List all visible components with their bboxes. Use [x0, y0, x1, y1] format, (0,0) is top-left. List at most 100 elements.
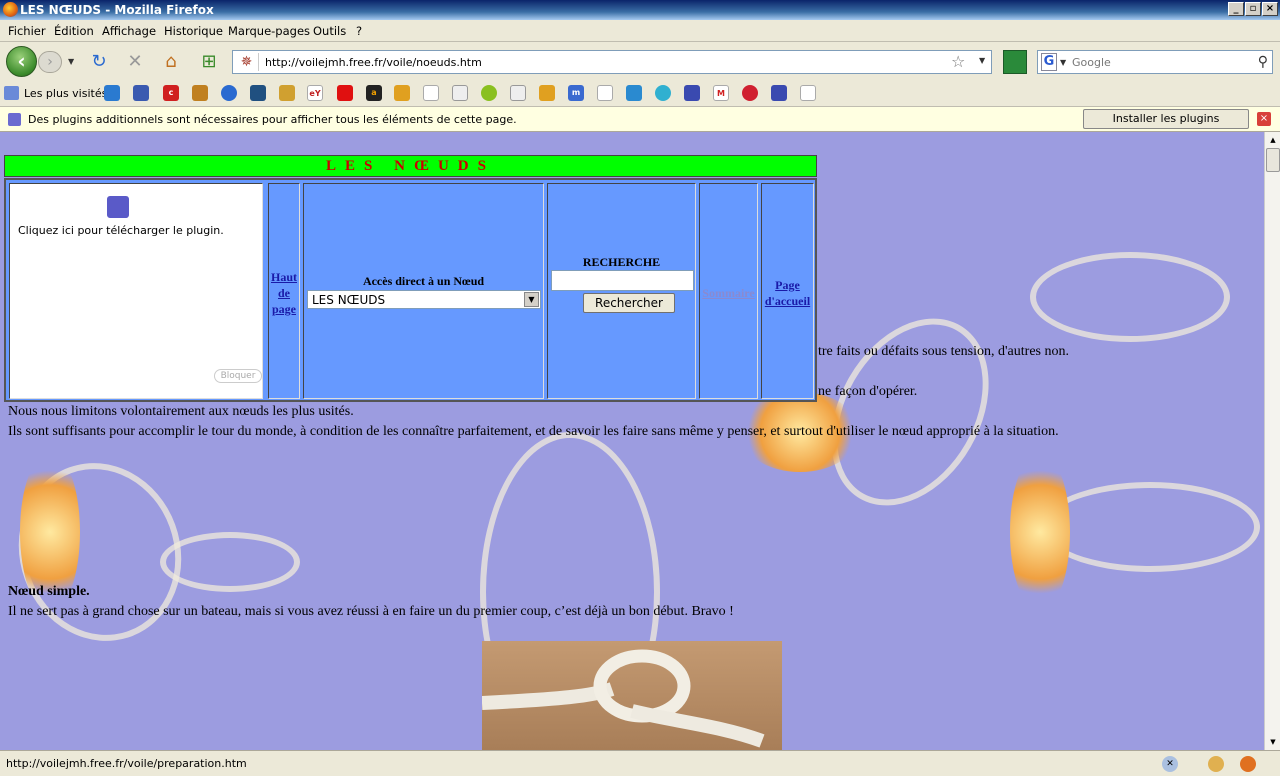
bookmark-icon[interactable] [510, 85, 526, 101]
home-icon[interactable]: ⌂ [160, 51, 182, 73]
menu-historique[interactable]: Historique [164, 24, 223, 38]
firefox-icon [3, 2, 18, 17]
maximize-button[interactable]: ▫ [1245, 2, 1261, 16]
link-line: Haut [270, 270, 297, 284]
paragraph-fragment: tre faits ou défaits sous tension, d'aut… [818, 344, 1069, 359]
new-tab-icon[interactable]: ⊞ [198, 51, 220, 73]
scroll-up-icon[interactable]: ▲ [1266, 133, 1280, 147]
bookmark-icon[interactable] [279, 85, 295, 101]
block-plugin-button[interactable]: Bloquer [214, 369, 262, 383]
rope-knot-image [481, 649, 765, 748]
address-bar[interactable]: ✵ http://voilejmh.free.fr/voile/noeuds.h… [232, 50, 992, 74]
plugin-icon [8, 113, 21, 126]
ebay-icon[interactable]: eY [307, 85, 323, 101]
bookmark-star-icon[interactable]: ☆ [951, 52, 965, 71]
home-page-link[interactable]: Page d'accueil [762, 277, 813, 309]
status-bar: http://voilejmh.free.fr/voile/preparatio… [0, 750, 1280, 776]
rope-decoration [1040, 482, 1260, 572]
bookmark-icon[interactable] [626, 85, 642, 101]
link-line: de [278, 286, 290, 300]
bookmark-icon[interactable] [337, 85, 353, 101]
link-line: page [272, 302, 296, 316]
minimize-button[interactable]: _ [1228, 2, 1244, 16]
search-placeholder[interactable]: Google [1072, 56, 1111, 69]
search-engine-icon[interactable]: G [1041, 53, 1057, 71]
menu-fichier[interactable]: Fichier [8, 24, 46, 38]
bookmark-icon[interactable] [481, 85, 497, 101]
link-line: Page [775, 278, 800, 292]
select-value: LES NŒUDS [312, 293, 386, 307]
page-content: LES NŒUDS Cliquez ici pour télécharger l… [0, 132, 1264, 750]
window-title: LES NŒUDS - Mozilla Firefox [20, 3, 214, 17]
stop-icon[interactable]: ✕ [124, 51, 146, 73]
engine-dropdown-icon[interactable]: ▼ [1060, 58, 1066, 67]
summary-cell: Sommaire [699, 183, 758, 399]
knot-select[interactable]: LES NŒUDS ▼ [307, 290, 541, 309]
menu-outils[interactable]: Outils [313, 24, 346, 38]
scroll-down-icon[interactable]: ▼ [1266, 735, 1280, 749]
paragraph-line: Nous nous limitons volontairement aux nœ… [8, 404, 354, 419]
navigation-toolbar: ‹ › ▼ ↻ ✕ ⌂ ⊞ ✵ http://voilejmh.free.fr/… [0, 42, 1280, 80]
menu-help[interactable]: ? [356, 24, 362, 38]
addon-icon[interactable] [1003, 50, 1027, 74]
page-search-input[interactable] [551, 270, 694, 291]
direct-access-cell: Accès direct à un Nœud LES NŒUDS ▼ [303, 183, 544, 399]
bookmark-icon[interactable]: m [568, 85, 584, 101]
bookmark-icon[interactable] [221, 85, 237, 101]
bookmark-icon[interactable] [771, 85, 787, 101]
menu-affichage[interactable]: Affichage [102, 24, 156, 38]
addon-status-icon[interactable]: ✕ [1162, 756, 1178, 772]
bookmark-icon[interactable]: c [163, 85, 179, 101]
scroll-thumb[interactable] [1266, 148, 1280, 172]
plugin-placeholder[interactable]: Cliquez ici pour télécharger le plugin. … [9, 183, 263, 399]
home-page-cell: Page d'accueil [761, 183, 814, 399]
url-dropdown-icon[interactable]: ▼ [979, 56, 985, 65]
top-of-page-link[interactable]: Haut de page [269, 269, 299, 317]
darty-icon[interactable] [423, 85, 439, 101]
bookmarks-toolbar: Les plus visités c eY a m M [0, 80, 1280, 107]
forward-button[interactable]: › [38, 51, 62, 73]
search-button[interactable]: Rechercher [583, 293, 675, 313]
menu-edition[interactable]: Édition [54, 24, 94, 38]
bookmark-icon[interactable] [742, 85, 758, 101]
bookmark-icon[interactable] [192, 85, 208, 101]
plugin-icon [107, 196, 129, 218]
bookmark-icon[interactable] [800, 85, 816, 101]
history-dropdown-icon[interactable]: ▼ [68, 57, 74, 66]
page-header: LES NŒUDS [4, 155, 817, 177]
bookmark-icon[interactable] [684, 85, 700, 101]
bookmark-icon[interactable] [133, 85, 149, 101]
search-icon[interactable]: ⚲ [1258, 54, 1268, 70]
close-notification-icon[interactable]: × [1257, 112, 1271, 126]
bookmark-icon[interactable] [250, 85, 266, 101]
chevron-down-icon[interactable]: ▼ [524, 292, 539, 307]
bookmark-most-visited[interactable]: Les plus visités [4, 86, 107, 100]
back-button[interactable]: ‹ [6, 46, 37, 77]
bookmark-icon[interactable] [597, 85, 613, 101]
site-favicon: ✵ [235, 53, 259, 71]
bookmark-icon[interactable] [104, 85, 120, 101]
vertical-scrollbar[interactable]: ▲ ▼ [1264, 132, 1280, 750]
bookmark-icon[interactable] [452, 85, 468, 101]
address-url[interactable]: http://voilejmh.free.fr/voile/noeuds.htm [265, 56, 482, 69]
plugin-download-text[interactable]: Cliquez ici pour télécharger le plugin. [18, 224, 224, 237]
search-box[interactable]: G ▼ Google ⚲ [1037, 50, 1273, 74]
paragraph-line: Ils sont suffisants pour accomplir le to… [8, 424, 1059, 439]
summary-link[interactable]: Sommaire [700, 285, 757, 301]
close-button[interactable]: × [1262, 2, 1278, 16]
gmail-icon[interactable]: M [713, 85, 729, 101]
amazon-icon[interactable]: a [366, 85, 382, 101]
bookmark-icon[interactable] [539, 85, 555, 101]
firefox-status-icon[interactable] [1240, 756, 1256, 772]
addon-status-icon[interactable] [1208, 756, 1224, 772]
fnac-icon[interactable] [394, 85, 410, 101]
top-of-page-cell: Haut de page [268, 183, 300, 399]
paragraph-fragment: ne façon d'opérer. [818, 384, 918, 399]
install-plugins-button[interactable]: Installer les plugins manquants... [1083, 109, 1249, 143]
navigation-table: Cliquez ici pour télécharger le plugin. … [4, 178, 817, 402]
menu-marque-pages[interactable]: Marque-pages [228, 24, 310, 38]
title-bar: LES NŒUDS - Mozilla Firefox _ ▫ × [0, 0, 1280, 20]
section-title: Nœud simple. [8, 584, 90, 599]
reload-icon[interactable]: ↻ [88, 51, 110, 73]
bookmark-icon[interactable] [655, 85, 671, 101]
